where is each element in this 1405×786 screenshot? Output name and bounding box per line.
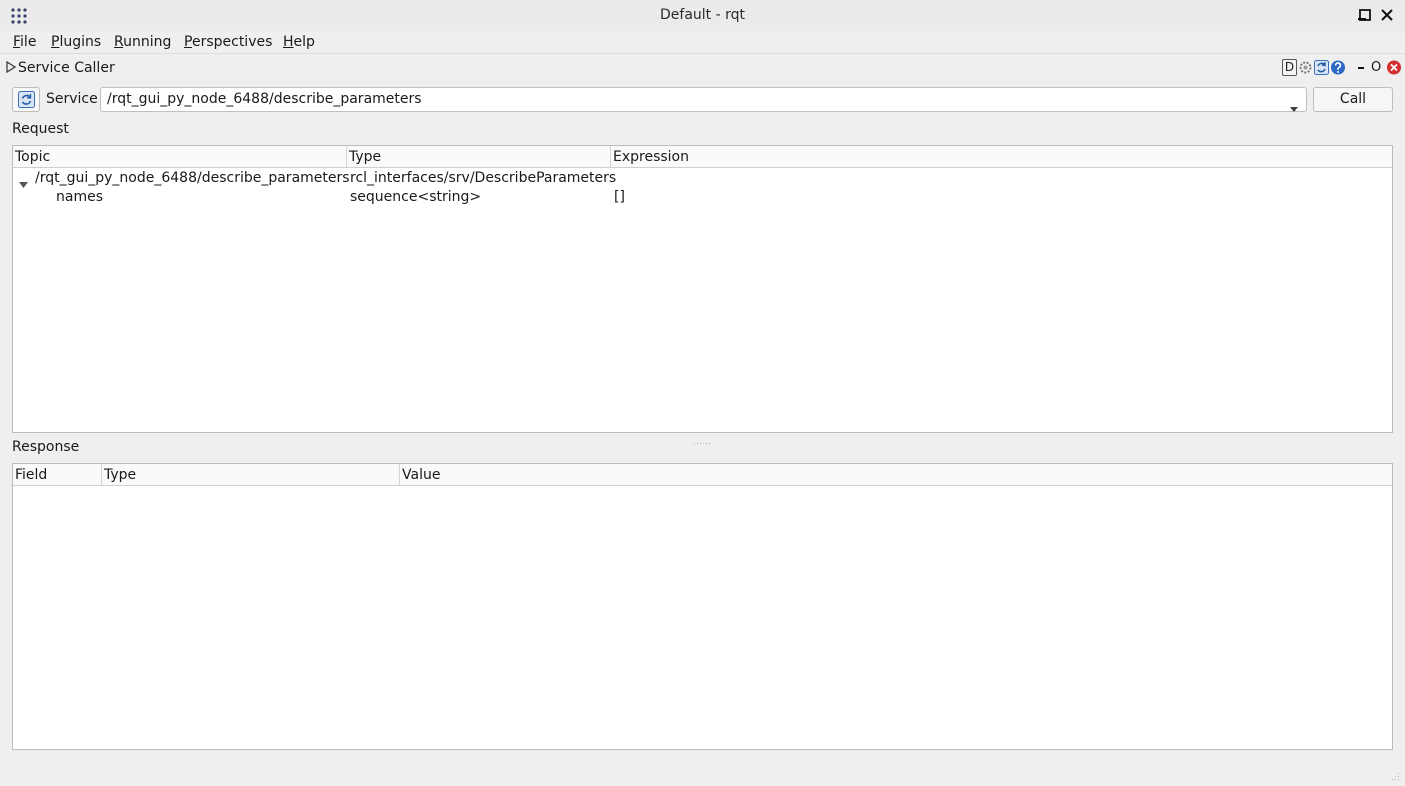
menu-plugins[interactable]: Plugins bbox=[51, 31, 101, 53]
service-label: Service bbox=[46, 91, 98, 107]
reload-icon[interactable] bbox=[1314, 59, 1329, 76]
request-field-expression[interactable]: [] bbox=[614, 188, 625, 207]
d-button[interactable]: D bbox=[1282, 59, 1297, 76]
call-button[interactable]: Call bbox=[1313, 87, 1393, 112]
response-label: Response bbox=[12, 439, 80, 455]
request-field-topic[interactable]: names bbox=[56, 188, 103, 207]
float-button[interactable]: O bbox=[1371, 59, 1383, 76]
maximize-icon[interactable] bbox=[1356, 6, 1374, 24]
menu-perspectives[interactable]: Perspectives bbox=[184, 31, 272, 53]
request-label: Request bbox=[12, 121, 69, 137]
response-tree[interactable]: Field Type Value bbox=[12, 463, 1393, 750]
service-selected: /rqt_gui_py_node_6488/describe_parameter… bbox=[107, 91, 422, 107]
request-row-topic[interactable]: /rqt_gui_py_node_6488/describe_parameter… bbox=[35, 169, 350, 188]
window-title: Default - rqt bbox=[660, 7, 745, 23]
expand-arrow-icon[interactable] bbox=[5, 60, 17, 74]
splitter-handle[interactable] bbox=[694, 433, 712, 444]
header-value[interactable]: Value bbox=[400, 464, 1392, 486]
request-tree[interactable]: Topic Type Expression /rqt_gui_py_node_6… bbox=[12, 145, 1393, 433]
header-topic[interactable]: Topic bbox=[13, 146, 347, 168]
service-combo[interactable]: /rqt_gui_py_node_6488/describe_parameter… bbox=[100, 87, 1307, 112]
close-icon[interactable] bbox=[1386, 59, 1402, 76]
header-expression[interactable]: Expression bbox=[611, 146, 1392, 168]
menu-separator bbox=[0, 53, 1405, 54]
minimize-icon[interactable] bbox=[1356, 59, 1368, 76]
menu-help[interactable]: Help bbox=[283, 31, 315, 53]
chevron-down-icon bbox=[1290, 97, 1298, 112]
close-icon[interactable] bbox=[1378, 6, 1396, 24]
chevron-down-icon[interactable] bbox=[19, 176, 28, 188]
dock-title: Service Caller bbox=[18, 60, 115, 76]
resize-grip[interactable] bbox=[1389, 770, 1401, 782]
menu-file[interactable]: File bbox=[13, 31, 36, 53]
gear-icon[interactable] bbox=[1298, 59, 1313, 76]
request-field-type: sequence<string> bbox=[350, 189, 482, 205]
menu-running[interactable]: Running bbox=[114, 31, 171, 53]
request-row-type: rcl_interfaces/srv/DescribeParameters bbox=[350, 170, 617, 186]
help-icon[interactable] bbox=[1330, 59, 1346, 76]
refresh-icon bbox=[18, 91, 35, 112]
header-type[interactable]: Type bbox=[102, 464, 400, 486]
d-label: D bbox=[1282, 59, 1297, 76]
refresh-button[interactable] bbox=[12, 87, 40, 112]
header-field[interactable]: Field bbox=[13, 464, 102, 486]
header-type[interactable]: Type bbox=[347, 146, 611, 168]
